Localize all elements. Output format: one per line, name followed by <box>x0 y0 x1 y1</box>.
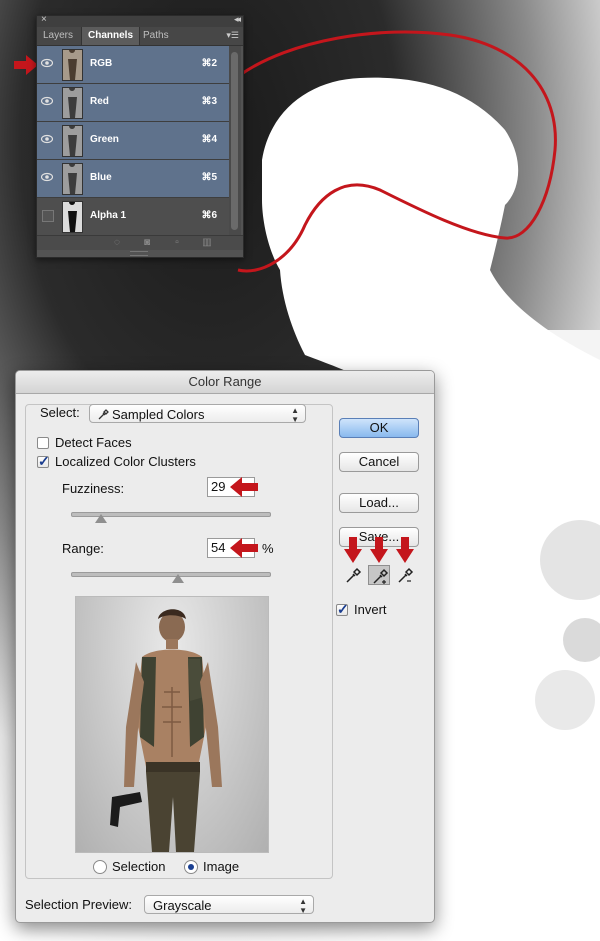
panel-scrollbar-thumb[interactable] <box>231 52 238 230</box>
new-channel-icon[interactable]: ▫ <box>171 238 183 248</box>
popup-arrows-icon: ▲ ▼ <box>299 897 307 915</box>
channel-thumbnail <box>62 163 83 195</box>
selection-preview-label: Selection Preview: <box>25 897 132 912</box>
checkmark-icon: ✓ <box>38 453 50 469</box>
channel-shortcut: ⌘6 <box>201 210 217 221</box>
panel-tabs: Layers Channels Paths ▾☰ <box>37 27 243 46</box>
channel-shortcut: ⌘3 <box>201 96 217 107</box>
close-icon[interactable]: × <box>41 14 47 25</box>
localized-clusters-checkbox[interactable]: ✓ <box>37 453 50 469</box>
annotation-arrow-eyedropper <box>344 537 362 563</box>
range-label: Range: <box>62 541 104 556</box>
tab-layers[interactable]: Layers <box>37 27 79 45</box>
cancel-button[interactable]: Cancel <box>339 452 419 472</box>
resize-grip[interactable] <box>130 251 148 256</box>
channel-thumbnail <box>62 49 83 81</box>
channel-list: RGB ⌘2 Red ⌘3 Green ⌘4 Blue ⌘5 Alpha 1 ⌘… <box>37 46 229 236</box>
channel-name: Green <box>90 134 119 145</box>
eyedropper-plus-icon <box>373 568 389 584</box>
range-slider-knob[interactable] <box>171 574 184 583</box>
channel-thumbnail <box>62 87 83 119</box>
popup-arrows-icon: ▲ ▼ <box>291 406 299 424</box>
select-dropdown[interactable]: Sampled Colors ▲ ▼ <box>89 404 306 424</box>
annotation-arrow-fuzziness <box>230 477 258 497</box>
eye-icon[interactable] <box>41 58 53 68</box>
annotation-arrow-eyedropper-add <box>370 537 388 563</box>
detect-faces-checkbox[interactable] <box>37 437 49 449</box>
eyedropper-icon <box>346 567 362 583</box>
save-selection-icon[interactable]: ◙ <box>141 238 153 248</box>
channel-row-green[interactable]: Green ⌘4 <box>37 122 229 160</box>
channels-panel: × ◂◂ Layers Channels Paths ▾☰ RGB ⌘2 Red… <box>36 14 244 258</box>
channel-thumbnail <box>62 201 83 233</box>
channel-shortcut: ⌘5 <box>201 172 217 183</box>
fuzziness-slider-knob[interactable] <box>94 514 107 523</box>
eyedropper-subtract-tool[interactable] <box>394 565 416 585</box>
eye-icon[interactable] <box>41 134 53 144</box>
trash-icon[interactable]: ▥ <box>201 238 213 248</box>
channel-name: RGB <box>90 58 113 69</box>
panel-footer: ◌ ◙ ▫ ▥ <box>37 235 243 250</box>
eyedropper-add-tool[interactable] <box>368 565 390 585</box>
panel-titlebar: × ◂◂ <box>37 14 243 27</box>
fuzziness-label: Fuzziness: <box>62 481 125 496</box>
select-value: Sampled Colors <box>112 407 205 422</box>
invert-checkbox[interactable]: ✓ <box>336 601 349 617</box>
radio-selection-label: Selection <box>112 859 166 874</box>
visibility-toggle[interactable] <box>42 210 54 222</box>
tab-channels[interactable]: Channels <box>81 27 141 45</box>
load-selection-icon[interactable]: ◌ <box>111 238 123 248</box>
annotation-arrow-eyedropper-subtract <box>396 537 414 563</box>
panel-menu-icon[interactable]: ▾☰ <box>226 30 239 41</box>
channel-shortcut: ⌘4 <box>201 134 217 145</box>
invert-label: Invert <box>354 602 387 617</box>
selection-preview-value: Grayscale <box>153 898 212 913</box>
checkmark-icon: ✓ <box>337 601 349 617</box>
channel-row-red[interactable]: Red ⌘3 <box>37 84 229 122</box>
selection-preview-dropdown[interactable]: Grayscale ▲ ▼ <box>144 895 314 915</box>
range-unit: % <box>262 541 274 556</box>
ok-button[interactable]: OK <box>339 418 419 438</box>
channel-name: Blue <box>90 172 112 183</box>
detect-faces-label: Detect Faces <box>55 435 132 450</box>
channel-thumbnail <box>62 125 83 157</box>
channel-row-alpha-1[interactable]: Alpha 1 ⌘6 <box>37 198 229 236</box>
dialog-title: Color Range <box>16 371 434 394</box>
channel-shortcut: ⌘2 <box>201 58 217 69</box>
channel-name: Alpha 1 <box>90 210 127 221</box>
annotation-arrow-rgb <box>14 55 38 75</box>
channel-row-rgb[interactable]: RGB ⌘2 <box>37 46 229 84</box>
tab-paths[interactable]: Paths <box>137 27 175 45</box>
load-button[interactable]: Load... <box>339 493 419 513</box>
radio-image[interactable] <box>184 860 198 874</box>
color-range-dialog: Color Range Select: Sampled Colors ▲ ▼ De… <box>15 370 435 923</box>
eye-icon[interactable] <box>41 96 53 106</box>
collapse-icon[interactable]: ◂◂ <box>234 14 241 25</box>
eye-icon[interactable] <box>41 172 53 182</box>
eyedropper-minus-icon <box>398 567 414 583</box>
radio-selection[interactable] <box>93 860 107 874</box>
channel-row-blue[interactable]: Blue ⌘5 <box>37 160 229 198</box>
select-label: Select: <box>40 405 80 420</box>
image-preview[interactable] <box>75 596 269 853</box>
annotation-arrow-range <box>230 538 258 558</box>
channel-name: Red <box>90 96 109 107</box>
radio-image-label: Image <box>203 859 240 874</box>
eyedropper-tool[interactable] <box>342 565 364 585</box>
localized-clusters-label: Localized Color Clusters <box>55 454 196 469</box>
eyedropper-icon <box>98 409 109 420</box>
preview-subject <box>110 609 222 852</box>
